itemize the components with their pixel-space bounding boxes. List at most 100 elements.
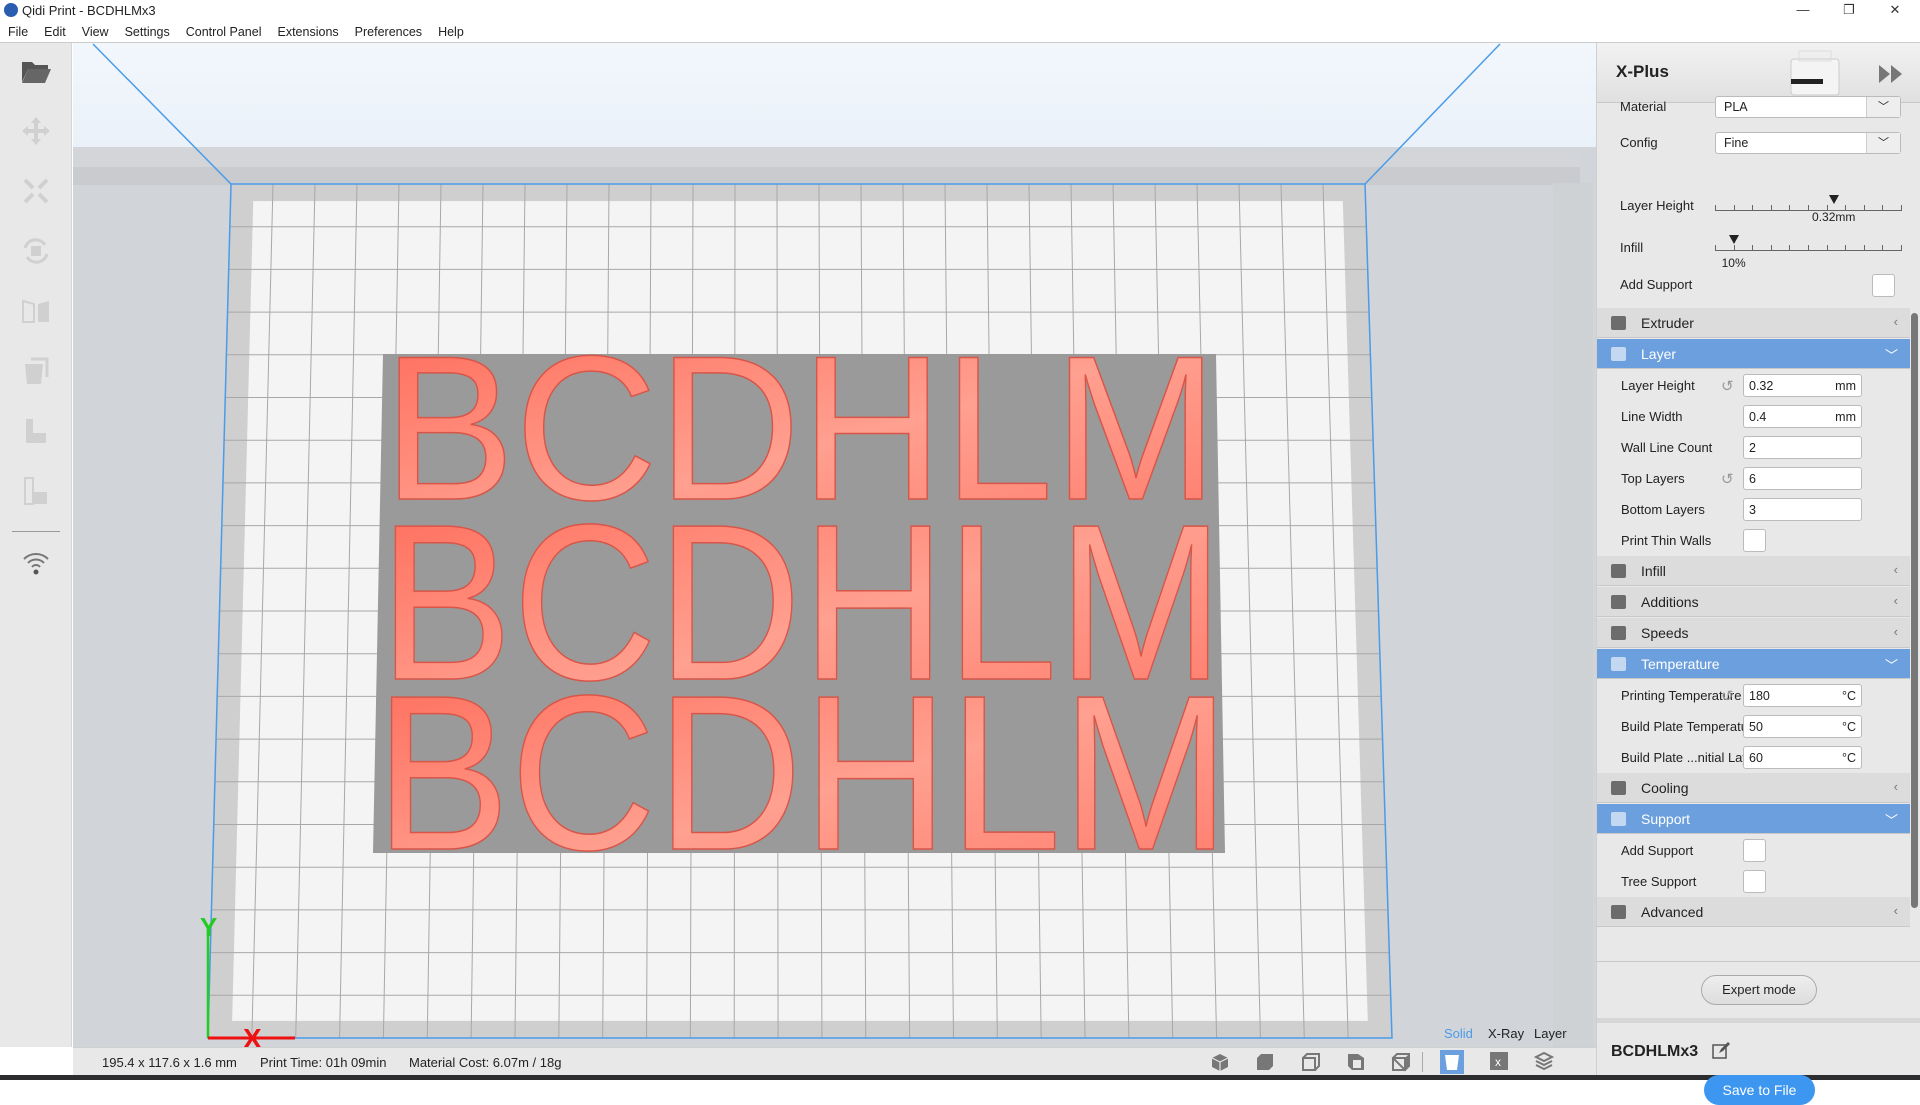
wifi-button[interactable] — [18, 545, 54, 581]
setting-input[interactable]: 180 °C — [1743, 684, 1862, 707]
setting-input[interactable]: 3 — [1743, 498, 1862, 521]
reset-icon[interactable]: ↺ — [1721, 470, 1734, 488]
top-view-icon[interactable] — [1301, 1052, 1321, 1072]
view-mode-solid[interactable]: Solid — [1444, 1026, 1473, 1041]
setting-row: Build Plate Temperature 50 °C — [1597, 711, 1910, 742]
material-select[interactable]: PLA ﹀ — [1715, 96, 1901, 118]
section-support[interactable]: Support ﹀ — [1597, 804, 1910, 834]
material-value: PLA — [1724, 100, 1748, 114]
section-advanced[interactable]: Advanced ‹ — [1597, 897, 1910, 927]
setting-row: Top Layers ↺ 6 — [1597, 463, 1910, 494]
setting-checkbox[interactable] — [1743, 839, 1766, 862]
extruder-icon — [1611, 316, 1626, 330]
setting-input[interactable]: 50 °C — [1743, 715, 1862, 738]
support-eraser-tool[interactable] — [18, 473, 54, 509]
mirror-icon — [22, 299, 49, 323]
advanced-icon — [1611, 905, 1626, 919]
setting-input[interactable]: 0.4 mm — [1743, 405, 1862, 428]
open-file-button[interactable] — [18, 53, 54, 89]
menu-extensions[interactable]: Extensions — [270, 22, 347, 39]
left-view-icon[interactable] — [1346, 1052, 1366, 1072]
setting-row: Bottom Layers 3 — [1597, 494, 1910, 525]
config-value: Fine — [1724, 136, 1749, 150]
support-blocker-tool[interactable] — [18, 413, 54, 449]
menu-settings[interactable]: Settings — [117, 22, 178, 39]
front-view-icon[interactable] — [1255, 1052, 1275, 1072]
scale-icon — [23, 178, 49, 204]
section-cooling[interactable]: Cooling ‹ — [1597, 773, 1910, 803]
job-name: BCDHLMx3 — [1611, 1043, 1699, 1060]
3d-viewport[interactable]: BCDHLM BCDHLM BCDHLM Y X Solid X-Ray Layer — [73, 43, 1596, 1047]
section-label: Extruder — [1641, 315, 1694, 331]
minimize-button[interactable]: — — [1780, 0, 1826, 22]
add-support-checkbox[interactable] — [1872, 274, 1895, 297]
material-cost: Material Cost: 6.07m / 18g — [409, 1055, 562, 1070]
section-speeds[interactable]: Speeds ‹ — [1597, 618, 1910, 648]
slider-tick — [1752, 205, 1754, 210]
rotate-tool[interactable] — [18, 233, 54, 269]
menu-edit[interactable]: Edit — [36, 22, 74, 39]
solid-view-icon[interactable] — [1440, 1050, 1464, 1074]
section-temperature[interactable]: Temperature ﹀ — [1597, 649, 1910, 679]
mirror-tool[interactable] — [18, 293, 54, 329]
slider-tick — [1770, 205, 1772, 210]
menu-view[interactable]: View — [74, 22, 117, 39]
chevron-down-icon: ﹀ — [1866, 133, 1900, 153]
section-layer[interactable]: Layer ﹀ — [1597, 339, 1910, 369]
edit-name-icon[interactable] — [1711, 1040, 1731, 1060]
section-extruder[interactable]: Extruder ‹ — [1597, 308, 1910, 338]
xray-view-icon[interactable]: x — [1490, 1052, 1508, 1070]
slider-tick — [1901, 245, 1902, 250]
settings-scroll-area: Extruder ‹ Layer ﹀ Layer Height ↺ 0.32 mm Line W… — [1597, 308, 1920, 961]
move-tool[interactable] — [18, 113, 54, 149]
setting-input[interactable]: 2 — [1743, 436, 1862, 459]
right-view-icon[interactable] — [1391, 1052, 1411, 1072]
setting-label: Print Thin Walls — [1621, 533, 1712, 548]
setting-label: Top Layers — [1621, 471, 1685, 486]
layer-height-slider[interactable] — [1715, 195, 1902, 211]
setting-input[interactable]: 0.32 mm — [1743, 374, 1862, 397]
collapse-panel-icon[interactable] — [1879, 65, 1903, 83]
3d-view-icon[interactable] — [1210, 1052, 1230, 1072]
section-label: Speeds — [1641, 625, 1689, 641]
back-wall-edge — [73, 167, 1580, 185]
reset-icon[interactable]: ↺ — [1721, 687, 1734, 705]
chevron-down-icon: ﹀ — [1884, 348, 1898, 363]
scale-tool[interactable] — [18, 173, 54, 209]
slider-tick — [1882, 245, 1884, 250]
setting-checkbox[interactable] — [1743, 529, 1766, 552]
chevron-left-icon: ‹ — [1893, 624, 1898, 639]
setting-checkbox[interactable] — [1743, 870, 1766, 893]
setting-row: Print Thin Walls — [1597, 525, 1910, 556]
slider-handle[interactable] — [1829, 195, 1840, 204]
config-select[interactable]: Fine ﹀ — [1715, 132, 1901, 154]
restore-button[interactable]: ❐ — [1826, 0, 1872, 22]
chevron-left-icon: ‹ — [1893, 779, 1898, 794]
setting-input[interactable]: 6 — [1743, 467, 1862, 490]
model-text-row: BCDHLM — [375, 649, 1230, 896]
infill-slider[interactable] — [1715, 235, 1902, 251]
per-model-settings-tool[interactable] — [18, 353, 54, 389]
section-infill[interactable]: Infill ‹ — [1597, 556, 1910, 586]
reset-icon[interactable]: ↺ — [1721, 377, 1734, 395]
layer-view-icon[interactable] — [1534, 1051, 1554, 1071]
section-additions[interactable]: Additions ‹ — [1597, 587, 1910, 617]
chevron-left-icon: ‹ — [1893, 314, 1898, 329]
support-icon — [1611, 812, 1626, 826]
scrollbar[interactable] — [1911, 313, 1918, 908]
setting-input[interactable]: 60 °C — [1743, 746, 1862, 769]
chevron-left-icon: ‹ — [1893, 562, 1898, 577]
menu-help[interactable]: Help — [430, 22, 472, 39]
expert-mode-button[interactable]: Expert mode — [1701, 975, 1817, 1005]
menu-preferences[interactable]: Preferences — [347, 22, 430, 39]
menu-control-panel[interactable]: Control Panel — [178, 22, 270, 39]
menu-file[interactable]: File — [0, 22, 36, 39]
build-plate-scene[interactable]: BCDHLMBCDHLMBCDHLM Y X — [73, 43, 1596, 1047]
view-mode-layer[interactable]: Layer — [1534, 1026, 1567, 1041]
app-logo-icon — [4, 3, 18, 17]
setting-row: Add Support — [1597, 835, 1910, 866]
slider-handle[interactable] — [1728, 235, 1739, 244]
setting-row: Build Plate ...nitial Layer 60 °C — [1597, 742, 1910, 773]
view-mode-xray[interactable]: X-Ray — [1488, 1026, 1524, 1041]
close-button[interactable]: ✕ — [1872, 0, 1918, 22]
